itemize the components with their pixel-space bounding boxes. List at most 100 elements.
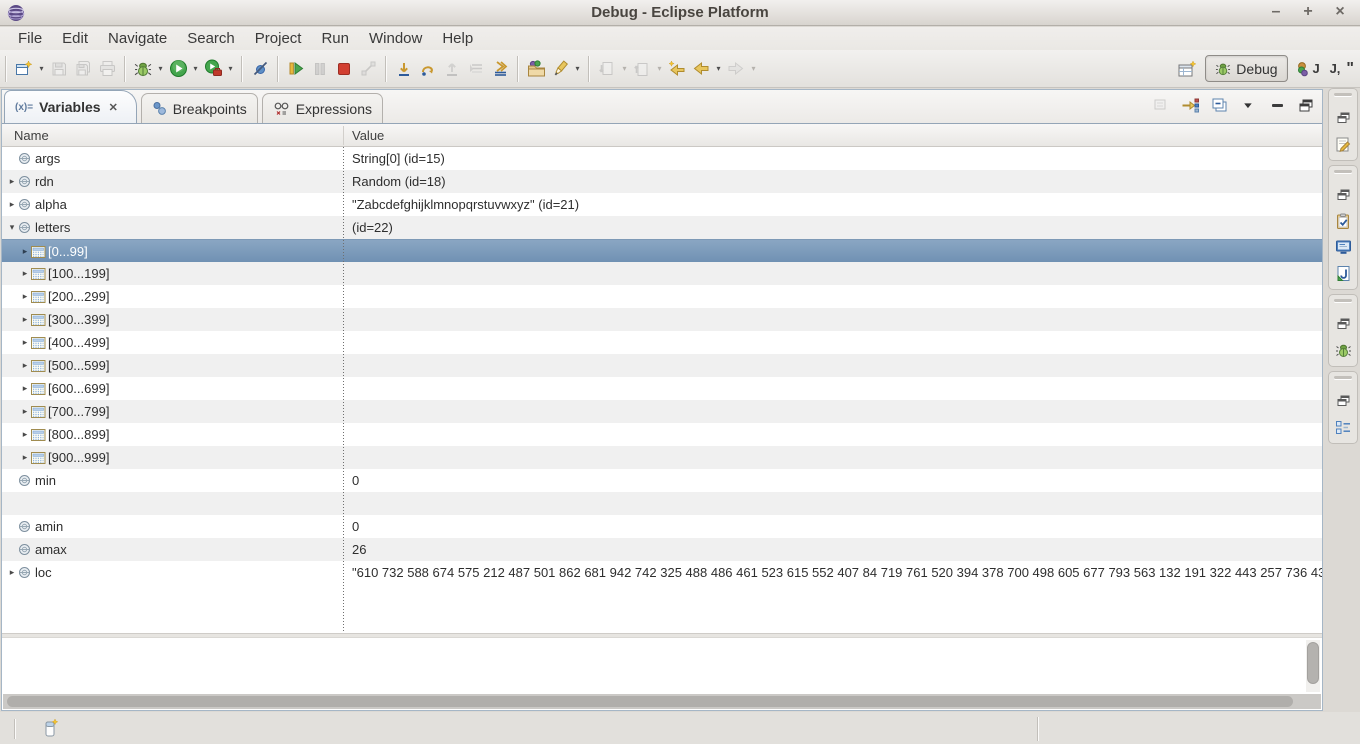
- skip-all-breakpoints-button[interactable]: [248, 57, 272, 81]
- last-edit-location-button[interactable]: [665, 57, 689, 81]
- step-over-button[interactable]: [416, 57, 440, 81]
- menu-navigate[interactable]: Navigate: [98, 29, 177, 48]
- print-button[interactable]: [95, 57, 119, 81]
- close-window-button[interactable]: ×: [1330, 2, 1350, 22]
- java-perspective-button[interactable]: J: [1294, 57, 1324, 81]
- new-wizard-button[interactable]: [12, 57, 36, 81]
- restore-pane-icon[interactable]: [1333, 314, 1353, 334]
- expander-icon[interactable]: ▸: [19, 406, 31, 417]
- expander-icon[interactable]: ▸: [19, 383, 31, 394]
- table-row[interactable]: ▸ [600...699]: [2, 377, 1322, 400]
- table-row[interactable]: ▸ [500...599]: [2, 354, 1322, 377]
- expander-icon[interactable]: ▸: [19, 314, 31, 325]
- menu-window[interactable]: Window: [359, 29, 432, 48]
- console-icon[interactable]: [1333, 237, 1353, 257]
- expander-icon[interactable]: ▸: [6, 199, 18, 210]
- detail-vertical-scrollbar[interactable]: [1306, 640, 1320, 692]
- disconnect-button[interactable]: [356, 57, 380, 81]
- expander-icon[interactable]: ▸: [19, 452, 31, 463]
- back-dropdown[interactable]: ▾: [713, 64, 724, 73]
- java-browsing-perspective-button[interactable]: J,: [1330, 61, 1341, 76]
- mark-occurrences-button[interactable]: [548, 57, 572, 81]
- table-row[interactable]: ▸ [200...299]: [2, 285, 1322, 308]
- column-divider[interactable]: [343, 126, 344, 145]
- resume-button[interactable]: [284, 57, 308, 81]
- table-row[interactable]: ▸ [0...99]: [2, 239, 1322, 262]
- new-wizard-dropdown[interactable]: ▾: [36, 64, 47, 73]
- fast-view-trim-icon[interactable]: [42, 718, 60, 738]
- save-button[interactable]: [47, 57, 71, 81]
- column-header-name[interactable]: Name: [14, 128, 49, 143]
- table-row[interactable]: ▸ alpha "Zabcdefghijklmnopqrstuvwxyz" (i…: [2, 193, 1322, 216]
- run-button[interactable]: [166, 57, 190, 81]
- menu-file[interactable]: File: [8, 29, 52, 48]
- table-row[interactable]: ▸ [100...199]: [2, 262, 1322, 285]
- minimize-view-icon[interactable]: [1267, 95, 1287, 115]
- step-into-button[interactable]: [392, 57, 416, 81]
- use-step-filters-button[interactable]: [488, 57, 512, 81]
- table-row[interactable]: ▸ [300...399]: [2, 308, 1322, 331]
- expander-icon[interactable]: ▸: [19, 360, 31, 371]
- collapse-all-icon[interactable]: [1209, 95, 1229, 115]
- debug-button[interactable]: [131, 57, 155, 81]
- expander-icon[interactable]: ▸: [19, 246, 31, 257]
- expander-icon[interactable]: ▾: [6, 222, 18, 233]
- menu-search[interactable]: Search: [177, 29, 245, 48]
- table-row[interactable]: ▸ [800...899]: [2, 423, 1322, 446]
- horizontal-scrollbar-thumb[interactable]: [7, 696, 1293, 707]
- table-row[interactable]: ▸ rdn Random (id=18): [2, 170, 1322, 193]
- tab-variables[interactable]: (x)= Variables ✕: [4, 90, 137, 123]
- restore-pane-icon[interactable]: [1333, 108, 1353, 128]
- run-external-tool-button[interactable]: [201, 57, 225, 81]
- forward-button[interactable]: [724, 57, 748, 81]
- expander-icon[interactable]: ▸: [19, 429, 31, 440]
- column-header-value[interactable]: Value: [352, 128, 384, 143]
- close-tab-icon[interactable]: ✕: [109, 101, 118, 114]
- horizontal-scrollbar[interactable]: [3, 694, 1321, 709]
- expander-icon[interactable]: ▸: [19, 268, 31, 279]
- table-row[interactable]: [2, 492, 1322, 515]
- tab-breakpoints[interactable]: Breakpoints: [141, 93, 258, 123]
- expander-icon[interactable]: ▸: [6, 176, 18, 187]
- tab-expressions[interactable]: Expressions: [262, 93, 383, 123]
- drag-handle[interactable]: [1334, 376, 1352, 379]
- table-row[interactable]: ▾ letters (id=22): [2, 216, 1322, 239]
- drop-to-frame-button[interactable]: [464, 57, 488, 81]
- open-perspective-button[interactable]: [1175, 57, 1199, 81]
- expander-icon[interactable]: ▸: [19, 337, 31, 348]
- expander-icon[interactable]: ▸: [6, 567, 18, 578]
- table-row[interactable]: ▸ loc "610 732 588 674 575 212 487 501 8…: [2, 561, 1322, 584]
- link-with-debug-icon[interactable]: [1180, 95, 1200, 115]
- next-annotation-button[interactable]: [595, 57, 619, 81]
- menu-project[interactable]: Project: [245, 29, 312, 48]
- minimize-window-button[interactable]: –: [1266, 2, 1286, 22]
- next-annotation-dropdown[interactable]: ▾: [619, 64, 630, 73]
- menu-help[interactable]: Help: [432, 29, 483, 48]
- javadoc-icon[interactable]: [1333, 263, 1353, 283]
- table-row[interactable]: amax 26: [2, 538, 1322, 561]
- view-menu-icon[interactable]: ▼: [1232, 95, 1264, 115]
- menu-run[interactable]: Run: [311, 29, 359, 48]
- pause-button[interactable]: [308, 57, 332, 81]
- table-row[interactable]: min 0: [2, 469, 1322, 492]
- table-row[interactable]: ▸ [900...999]: [2, 446, 1322, 469]
- run-external-tool-dropdown[interactable]: ▾: [225, 64, 236, 73]
- previous-annotation-dropdown[interactable]: ▾: [654, 64, 665, 73]
- table-row[interactable]: ▸ [400...499]: [2, 331, 1322, 354]
- restore-pane-icon[interactable]: [1333, 391, 1353, 411]
- show-logical-structure-icon[interactable]: [1151, 95, 1171, 115]
- debug-perspective-button[interactable]: Debug: [1205, 55, 1287, 82]
- table-row[interactable]: amin 0: [2, 515, 1322, 538]
- debug-dropdown[interactable]: ▾: [155, 64, 166, 73]
- mark-occurrences-dropdown[interactable]: ▾: [572, 64, 583, 73]
- menu-edit[interactable]: Edit: [52, 29, 98, 48]
- detail-pane[interactable]: [3, 638, 1321, 694]
- maximize-window-button[interactable]: +: [1298, 2, 1318, 22]
- forward-dropdown[interactable]: ▾: [748, 64, 759, 73]
- vertical-scrollbar-thumb[interactable]: [1307, 642, 1319, 684]
- open-task-button[interactable]: [524, 57, 548, 81]
- drag-handle[interactable]: [1334, 170, 1352, 173]
- step-return-button[interactable]: [440, 57, 464, 81]
- table-row[interactable]: ▸ [700...799]: [2, 400, 1322, 423]
- run-dropdown[interactable]: ▾: [190, 64, 201, 73]
